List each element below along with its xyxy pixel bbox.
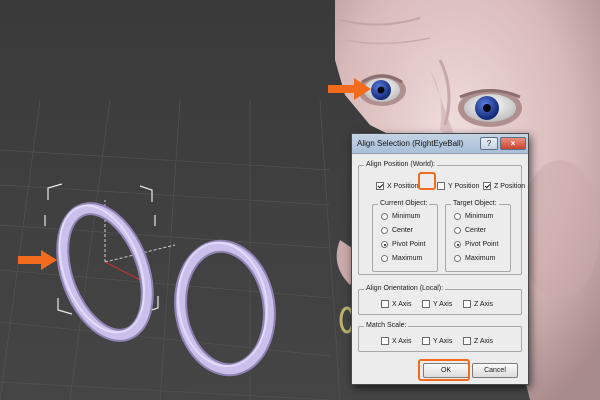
dialog-titlebar[interactable]: Align Selection (RightEyeBall) ? ×	[352, 134, 528, 154]
x-position-box[interactable]	[376, 182, 384, 190]
orient-z-axis-checkbox[interactable]: Z Axis	[463, 300, 493, 308]
target-minimum-radio[interactable]: Minimum	[454, 213, 493, 220]
scale-y-axis-checkbox[interactable]: Y Axis	[422, 337, 452, 345]
scale-x-label: X Axis	[392, 337, 412, 345]
orient-y-axis-checkbox[interactable]: Y Axis	[422, 300, 452, 308]
target-minimum-dot[interactable]	[454, 213, 461, 220]
current-maximum-label: Maximum	[392, 255, 423, 262]
current-minimum-label: Minimum	[392, 213, 421, 220]
align-position-label: Align Position (World):	[364, 161, 438, 168]
current-center-dot[interactable]	[381, 227, 388, 234]
target-center-label: Center	[465, 227, 487, 234]
orient-x-box[interactable]	[381, 300, 389, 308]
dialog-title: Align Selection (RightEyeBall)	[357, 139, 464, 148]
y-position-checkbox[interactable]: Y Position	[437, 182, 479, 190]
y-position-label: Y Position	[448, 182, 480, 190]
y-position-box[interactable]	[437, 182, 445, 190]
orient-z-label: Z Axis	[474, 300, 494, 308]
target-maximum-radio[interactable]: Maximum	[454, 255, 495, 262]
current-center-radio[interactable]: Center	[381, 227, 413, 234]
align-selection-dialog: Align Selection (RightEyeBall) ? × Align…	[351, 133, 529, 385]
x-position-checkbox[interactable]: X Position	[376, 182, 419, 190]
orient-x-axis-checkbox[interactable]: X Axis	[381, 300, 411, 308]
target-pivot-dot[interactable]	[454, 241, 461, 248]
scale-x-axis-checkbox[interactable]: X Axis	[381, 337, 411, 345]
orient-x-label: X Axis	[392, 300, 412, 308]
arrow-left-ring-icon	[18, 250, 57, 270]
current-minimum-dot[interactable]	[381, 213, 388, 220]
z-position-box[interactable]	[483, 182, 491, 190]
help-button[interactable]: ?	[480, 137, 498, 150]
target-center-dot[interactable]	[454, 227, 461, 234]
orient-y-label: Y Axis	[433, 300, 453, 308]
scale-y-label: Y Axis	[433, 337, 453, 345]
current-object-group: Current Object: Minimum Center Pivot Poi…	[372, 200, 438, 272]
scale-z-axis-checkbox[interactable]: Z Axis	[463, 337, 493, 345]
current-object-label: Current Object:	[378, 200, 430, 207]
orient-y-box[interactable]	[422, 300, 430, 308]
current-minimum-radio[interactable]: Minimum	[381, 213, 420, 220]
current-pivot-dot[interactable]	[381, 241, 388, 248]
y-position-highlight	[418, 172, 436, 190]
current-center-label: Center	[392, 227, 414, 234]
target-maximum-label: Maximum	[465, 255, 496, 262]
match-scale-group: Match Scale: X Axis Y Axis Z Axis	[358, 322, 522, 352]
scale-z-box[interactable]	[463, 337, 471, 345]
align-position-group: Align Position (World): X Position Y Pos…	[358, 161, 525, 275]
target-center-radio[interactable]: Center	[454, 227, 486, 234]
arrow-left-eye-icon	[328, 78, 371, 100]
match-scale-label: Match Scale:	[364, 322, 409, 329]
target-object-group: Target Object: Minimum Center Pivot Poin…	[445, 200, 511, 272]
target-pivot-radio[interactable]: Pivot Point	[454, 241, 498, 248]
current-pivot-radio[interactable]: Pivot Point	[381, 241, 425, 248]
target-maximum-dot[interactable]	[454, 255, 461, 262]
close-button[interactable]: ×	[500, 137, 526, 150]
cancel-button[interactable]: Cancel	[472, 363, 518, 378]
target-object-label: Target Object:	[451, 200, 499, 207]
scale-y-box[interactable]	[422, 337, 430, 345]
x-position-label: X Position	[387, 182, 419, 190]
target-minimum-label: Minimum	[465, 213, 494, 220]
orient-z-box[interactable]	[463, 300, 471, 308]
target-pivot-label: Pivot Point	[465, 241, 499, 248]
align-orientation-label: Align Orientation (Local):	[364, 285, 446, 292]
ok-highlight	[418, 359, 470, 381]
align-orientation-group: Align Orientation (Local): X Axis Y Axis…	[358, 285, 522, 315]
z-position-checkbox[interactable]: Z Position	[483, 182, 525, 190]
scale-x-box[interactable]	[381, 337, 389, 345]
current-maximum-radio[interactable]: Maximum	[381, 255, 422, 262]
current-pivot-label: Pivot Point	[392, 241, 426, 248]
scale-z-label: Z Axis	[474, 337, 494, 345]
z-position-label: Z Position	[494, 182, 526, 190]
current-maximum-dot[interactable]	[381, 255, 388, 262]
